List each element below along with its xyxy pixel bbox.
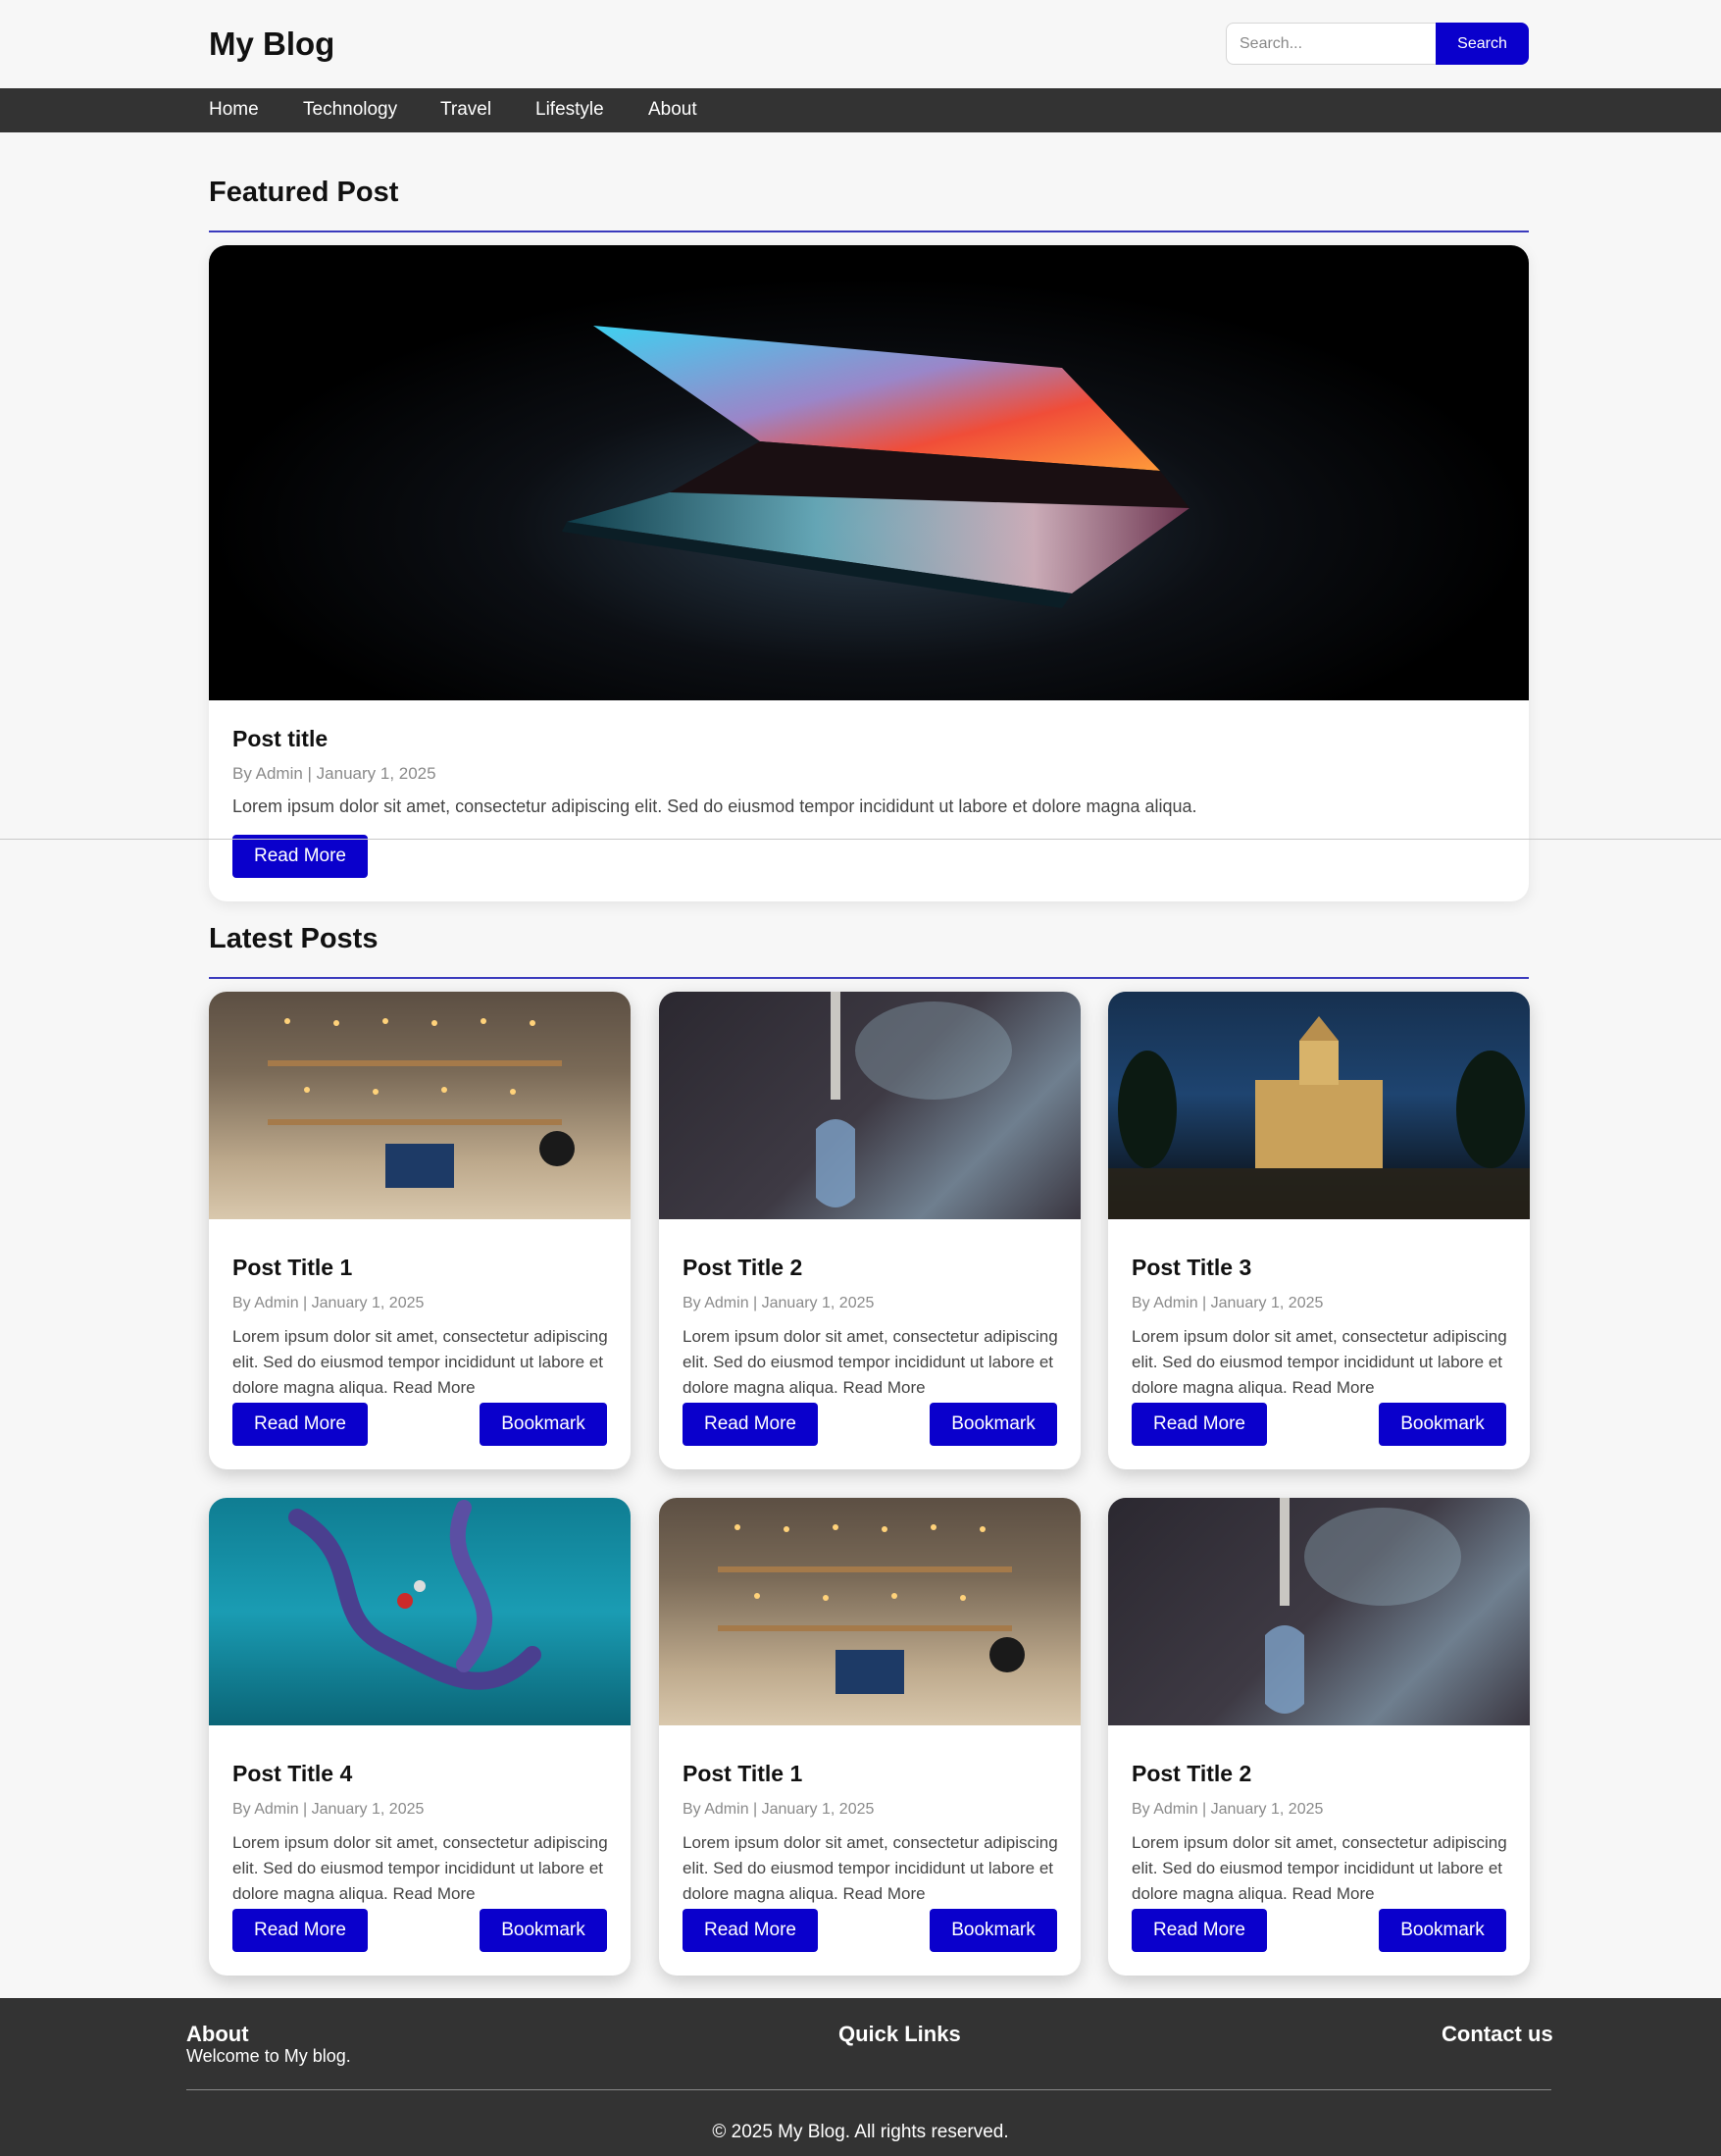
read-more-button[interactable]: Read More: [1132, 1403, 1267, 1446]
featured-post-excerpt: Lorem ipsum dolor sit amet, consectetur …: [232, 796, 1197, 816]
featured-section-divider: [209, 231, 1529, 232]
post-card-meta: By Admin | January 1, 2025: [232, 1295, 425, 1311]
post-card: Post Title 1 By Admin | January 1, 2025 …: [209, 992, 631, 1469]
post-card: Post Title 3 By Admin | January 1, 2025 …: [1108, 992, 1530, 1469]
search-bar: Search: [1226, 23, 1529, 65]
bookmark-button[interactable]: Bookmark: [480, 1403, 607, 1446]
bookmark-button[interactable]: Bookmark: [1379, 1909, 1506, 1952]
post-card-meta: By Admin | January 1, 2025: [683, 1801, 875, 1818]
read-more-button[interactable]: Read More: [232, 1403, 368, 1446]
read-more-button[interactable]: Read More: [1132, 1909, 1267, 1952]
post-card-title[interactable]: Post Title 3: [1132, 1255, 1509, 1281]
post-card-image[interactable]: [209, 992, 631, 1219]
read-more-button[interactable]: Read More: [232, 1909, 368, 1952]
featured-post-body: Post title By Admin | January 1, 2025 Lo…: [232, 726, 1507, 819]
post-card: Post Title 1 By Admin | January 1, 2025 …: [659, 1498, 1081, 1976]
featured-post-title[interactable]: Post title: [232, 726, 1507, 752]
post-card-excerpt: Lorem ipsum dolor sit amet, consectetur …: [232, 1327, 608, 1397]
post-card-meta: By Admin | January 1, 2025: [683, 1295, 875, 1311]
post-card: Post Title 4 By Admin | January 1, 2025 …: [209, 1498, 631, 1976]
post-card-body: Post Title 3 By Admin | January 1, 2025 …: [1132, 1255, 1509, 1401]
post-card-title[interactable]: Post Title 4: [232, 1761, 610, 1787]
footer-about-heading: About: [186, 2022, 249, 2046]
post-card-image[interactable]: [209, 1498, 631, 1725]
site-footer: About Welcome to My blog. Quick Links Co…: [0, 1998, 1721, 2156]
post-card-meta: By Admin | January 1, 2025: [232, 1801, 425, 1818]
post-card-meta: By Admin | January 1, 2025: [1132, 1801, 1324, 1818]
post-card-body: Post Title 2 By Admin | January 1, 2025 …: [683, 1255, 1060, 1401]
post-card-image[interactable]: [1108, 992, 1530, 1219]
footer-divider: [186, 2089, 1551, 2090]
post-card-excerpt: Lorem ipsum dolor sit amet, consectetur …: [683, 1833, 1058, 1903]
post-card-body: Post Title 1 By Admin | January 1, 2025 …: [683, 1761, 1060, 1907]
bookmark-button[interactable]: Bookmark: [930, 1909, 1057, 1952]
post-card: Post Title 2 By Admin | January 1, 2025 …: [659, 992, 1081, 1469]
featured-read-more-button[interactable]: Read More: [232, 835, 368, 878]
footer-contact-heading: Contact us: [1442, 2022, 1553, 2046]
latest-section-title: Latest Posts: [209, 923, 379, 954]
footer-copyright: © 2025 My Blog. All rights reserved.: [712, 2122, 1009, 2142]
post-card-meta: By Admin | January 1, 2025: [1132, 1295, 1324, 1311]
post-card-excerpt: Lorem ipsum dolor sit amet, consectetur …: [232, 1833, 608, 1903]
post-card-title[interactable]: Post Title 1: [232, 1255, 610, 1281]
featured-post-meta: By Admin | January 1, 2025: [232, 764, 436, 783]
nav-technology[interactable]: Technology: [303, 99, 397, 121]
footer-about-text: Welcome to My blog.: [186, 2046, 351, 2066]
nav-about[interactable]: About: [648, 99, 697, 121]
featured-post-card: Post title By Admin | January 1, 2025 Lo…: [209, 245, 1529, 901]
footer-quick-links-heading: Quick Links: [838, 2022, 961, 2046]
site-header: My Blog Search: [0, 0, 1721, 88]
nav-lifestyle[interactable]: Lifestyle: [535, 99, 604, 121]
overlay-divider-line: [0, 839, 1721, 840]
read-more-button[interactable]: Read More: [683, 1909, 818, 1952]
post-card-body: Post Title 4 By Admin | January 1, 2025 …: [232, 1761, 610, 1907]
read-more-button[interactable]: Read More: [683, 1403, 818, 1446]
latest-section-divider: [209, 977, 1529, 979]
post-card-image[interactable]: [1108, 1498, 1530, 1725]
post-card: Post Title 2 By Admin | January 1, 2025 …: [1108, 1498, 1530, 1976]
post-card-body: Post Title 2 By Admin | January 1, 2025 …: [1132, 1761, 1509, 1907]
post-card-title[interactable]: Post Title 2: [1132, 1761, 1509, 1787]
bookmark-button[interactable]: Bookmark: [930, 1403, 1057, 1446]
post-card-title[interactable]: Post Title 2: [683, 1255, 1060, 1281]
featured-section-title: Featured Post: [209, 177, 399, 208]
site-brand[interactable]: My Blog: [209, 26, 334, 63]
nav-home[interactable]: Home: [209, 99, 259, 121]
post-card-body: Post Title 1 By Admin | January 1, 2025 …: [232, 1255, 610, 1401]
search-button[interactable]: Search: [1436, 23, 1529, 65]
post-card-excerpt: Lorem ipsum dolor sit amet, consectetur …: [683, 1327, 1058, 1397]
main-nav: Home Technology Travel Lifestyle About: [0, 88, 1721, 132]
post-card-image[interactable]: [659, 1498, 1081, 1725]
post-card-image[interactable]: [659, 992, 1081, 1219]
post-card-title[interactable]: Post Title 1: [683, 1761, 1060, 1787]
nav-travel[interactable]: Travel: [440, 99, 491, 121]
featured-laptop-image[interactable]: [209, 245, 1529, 700]
post-card-excerpt: Lorem ipsum dolor sit amet, consectetur …: [1132, 1833, 1507, 1903]
bookmark-button[interactable]: Bookmark: [1379, 1403, 1506, 1446]
post-card-excerpt: Lorem ipsum dolor sit amet, consectetur …: [1132, 1327, 1507, 1397]
search-input[interactable]: [1226, 23, 1436, 65]
bookmark-button[interactable]: Bookmark: [480, 1909, 607, 1952]
